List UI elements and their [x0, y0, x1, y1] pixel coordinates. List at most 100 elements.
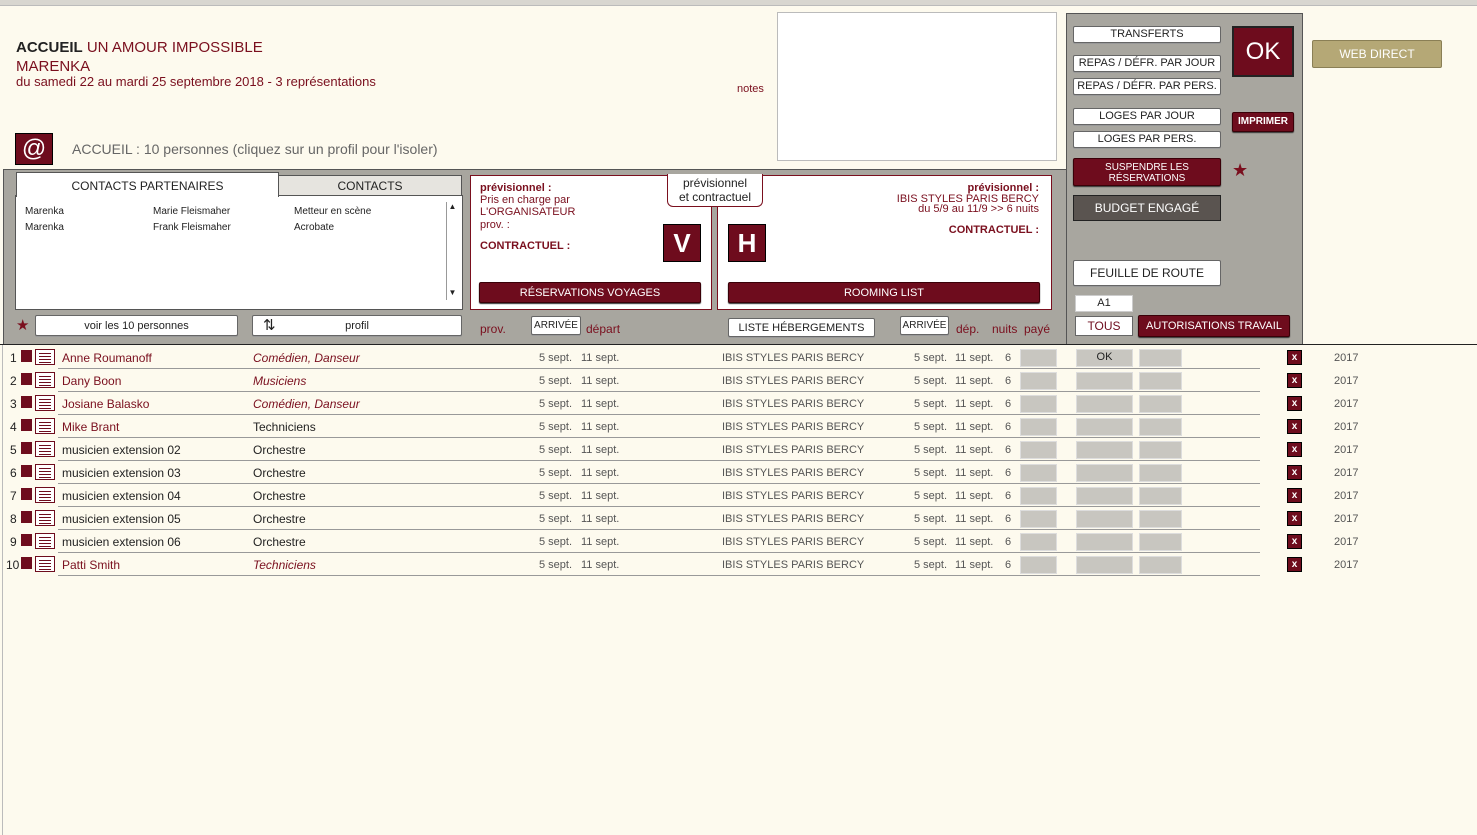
- status-cell[interactable]: [1076, 372, 1133, 390]
- imprimer-button[interactable]: IMPRIMER: [1232, 112, 1294, 132]
- rooming-list-button[interactable]: ROOMING LIST: [728, 282, 1040, 303]
- loges-par-jour-button[interactable]: LOGES PAR JOUR: [1073, 108, 1221, 125]
- repas-par-jour-button[interactable]: REPAS / DÉFR. PAR JOUR: [1073, 55, 1221, 72]
- contacts-scrollbar[interactable]: ▲ ▼: [446, 202, 458, 300]
- status-cell[interactable]: [1076, 510, 1133, 528]
- delete-row-button[interactable]: x: [1287, 350, 1302, 365]
- tab-contacts-partenaires[interactable]: CONTACTS PARTENAIRES: [16, 172, 279, 197]
- delete-row-button[interactable]: x: [1287, 419, 1302, 434]
- document-icon[interactable]: [35, 487, 55, 503]
- feuille-de-route-button[interactable]: FEUILLE DE ROUTE: [1073, 260, 1221, 286]
- suspendre-reservations-button[interactable]: SUSPENDRE LES RÉSERVATIONS: [1073, 158, 1221, 186]
- table-row[interactable]: 9 musicien extension 06 Orchestre 5 sept. 11…: [0, 530, 1477, 553]
- table-row[interactable]: 5 musicien extension 02 Orchestre 5 sept. 11…: [0, 438, 1477, 461]
- delete-row-button[interactable]: x: [1287, 373, 1302, 388]
- person-name[interactable]: Josiane Balasko: [62, 397, 149, 411]
- person-name[interactable]: musicien extension 03: [62, 466, 181, 480]
- notes-textarea[interactable]: [777, 12, 1057, 161]
- status-cell[interactable]: [1076, 533, 1133, 551]
- status-cell[interactable]: [1076, 395, 1133, 413]
- paye-cell[interactable]: [1020, 464, 1057, 482]
- document-icon[interactable]: [35, 533, 55, 549]
- document-icon[interactable]: [35, 372, 55, 388]
- autorisations-travail-button[interactable]: AUTORISATIONS TRAVAIL: [1138, 315, 1290, 337]
- status-cell[interactable]: [1076, 418, 1133, 436]
- paye-cell[interactable]: [1020, 418, 1057, 436]
- delete-row-button[interactable]: x: [1287, 442, 1302, 457]
- person-name[interactable]: musicien extension 04: [62, 489, 181, 503]
- delete-row-button[interactable]: x: [1287, 511, 1302, 526]
- delete-row-button[interactable]: x: [1287, 534, 1302, 549]
- budget-engage-button[interactable]: BUDGET ENGAGÉ: [1073, 195, 1221, 221]
- paye-cell[interactable]: [1020, 349, 1057, 367]
- hebergement-h-button[interactable]: H: [728, 224, 766, 262]
- ok-button[interactable]: OK: [1232, 26, 1294, 77]
- tous-button[interactable]: TOUS: [1075, 316, 1133, 336]
- extra-cell[interactable]: [1139, 464, 1182, 482]
- person-name[interactable]: musicien extension 05: [62, 512, 181, 526]
- table-row[interactable]: 2 Dany Boon Musiciens 5 sept. 11 sept. IBIS S…: [0, 369, 1477, 392]
- table-row[interactable]: 3 Josiane Balasko Comédien, Danseur 5 sept.…: [0, 392, 1477, 415]
- contact-name[interactable]: Marie Fleismaher: [153, 206, 230, 217]
- person-name[interactable]: musicien extension 02: [62, 443, 181, 457]
- extra-cell[interactable]: [1139, 487, 1182, 505]
- paye-cell[interactable]: [1020, 510, 1057, 528]
- arrivee-voyage-button[interactable]: ARRIVÉE: [531, 316, 581, 335]
- table-row[interactable]: 8 musicien extension 05 Orchestre 5 sept. 11…: [0, 507, 1477, 530]
- delete-row-button[interactable]: x: [1287, 557, 1302, 572]
- extra-cell[interactable]: [1139, 418, 1182, 436]
- person-name[interactable]: Dany Boon: [62, 374, 121, 388]
- email-at-button[interactable]: @: [15, 133, 53, 165]
- status-cell[interactable]: [1076, 556, 1133, 574]
- table-row[interactable]: 6 musicien extension 03 Orchestre 5 sept. 11…: [0, 461, 1477, 484]
- reservations-voyages-button[interactable]: RÉSERVATIONS VOYAGES: [479, 282, 701, 303]
- status-cell[interactable]: [1076, 441, 1133, 459]
- paye-cell[interactable]: [1020, 441, 1057, 459]
- a1-field[interactable]: A1: [1075, 295, 1133, 312]
- table-row[interactable]: 1 Anne Roumanoff Comédien, Danseur 5 sept. 1…: [0, 346, 1477, 369]
- table-row[interactable]: 4 Mike Brant Techniciens 5 sept. 11 sept. IBI…: [0, 415, 1477, 438]
- paye-cell[interactable]: [1020, 372, 1057, 390]
- contact-name[interactable]: Frank Fleismaher: [153, 222, 231, 233]
- document-icon[interactable]: [35, 349, 55, 365]
- document-icon[interactable]: [35, 510, 55, 526]
- document-icon[interactable]: [35, 464, 55, 480]
- extra-cell[interactable]: [1139, 395, 1182, 413]
- extra-cell[interactable]: [1139, 510, 1182, 528]
- previsionnel-contractuel-toggle[interactable]: prévisionnel et contractuel: [667, 174, 763, 207]
- document-icon[interactable]: [35, 441, 55, 457]
- paye-cell[interactable]: [1020, 556, 1057, 574]
- paye-cell[interactable]: [1020, 487, 1057, 505]
- person-name[interactable]: musicien extension 06: [62, 535, 181, 549]
- person-name[interactable]: Mike Brant: [62, 420, 119, 434]
- repas-par-pers-button[interactable]: REPAS / DÉFR. PAR PERS.: [1073, 78, 1221, 95]
- paye-cell[interactable]: [1020, 533, 1057, 551]
- transferts-button[interactable]: TRANSFERTS: [1073, 26, 1221, 43]
- table-row[interactable]: 7 musicien extension 04 Orchestre 5 sept. 11…: [0, 484, 1477, 507]
- delete-row-button[interactable]: x: [1287, 396, 1302, 411]
- person-name[interactable]: Anne Roumanoff: [62, 351, 152, 365]
- status-cell[interactable]: [1076, 487, 1133, 505]
- delete-row-button[interactable]: x: [1287, 465, 1302, 480]
- table-row[interactable]: 10 Patti Smith Techniciens 5 sept. 11 sept. I…: [0, 553, 1477, 576]
- scroll-down-icon[interactable]: ▼: [447, 288, 458, 298]
- liste-hebergements-button[interactable]: LISTE HÉBERGEMENTS: [728, 318, 875, 337]
- profil-button[interactable]: ⇅ profil: [252, 315, 462, 336]
- voir-personnes-button[interactable]: voir les 10 personnes: [35, 315, 238, 336]
- voyages-v-button[interactable]: V: [663, 224, 701, 262]
- status-cell[interactable]: OK: [1076, 349, 1133, 367]
- web-direct-button[interactable]: WEB DIRECT: [1312, 40, 1442, 68]
- extra-cell[interactable]: [1139, 533, 1182, 551]
- loges-par-pers-button[interactable]: LOGES PAR PERS.: [1073, 131, 1221, 148]
- person-name[interactable]: Patti Smith: [62, 558, 120, 572]
- extra-cell[interactable]: [1139, 349, 1182, 367]
- extra-cell[interactable]: [1139, 556, 1182, 574]
- document-icon[interactable]: [35, 395, 55, 411]
- document-icon[interactable]: [35, 556, 55, 572]
- tab-contacts[interactable]: CONTACTS: [278, 175, 462, 196]
- document-icon[interactable]: [35, 418, 55, 434]
- delete-row-button[interactable]: x: [1287, 488, 1302, 503]
- extra-cell[interactable]: [1139, 441, 1182, 459]
- arrivee-heb-button[interactable]: ARRIVÉE: [900, 316, 949, 335]
- status-cell[interactable]: [1076, 464, 1133, 482]
